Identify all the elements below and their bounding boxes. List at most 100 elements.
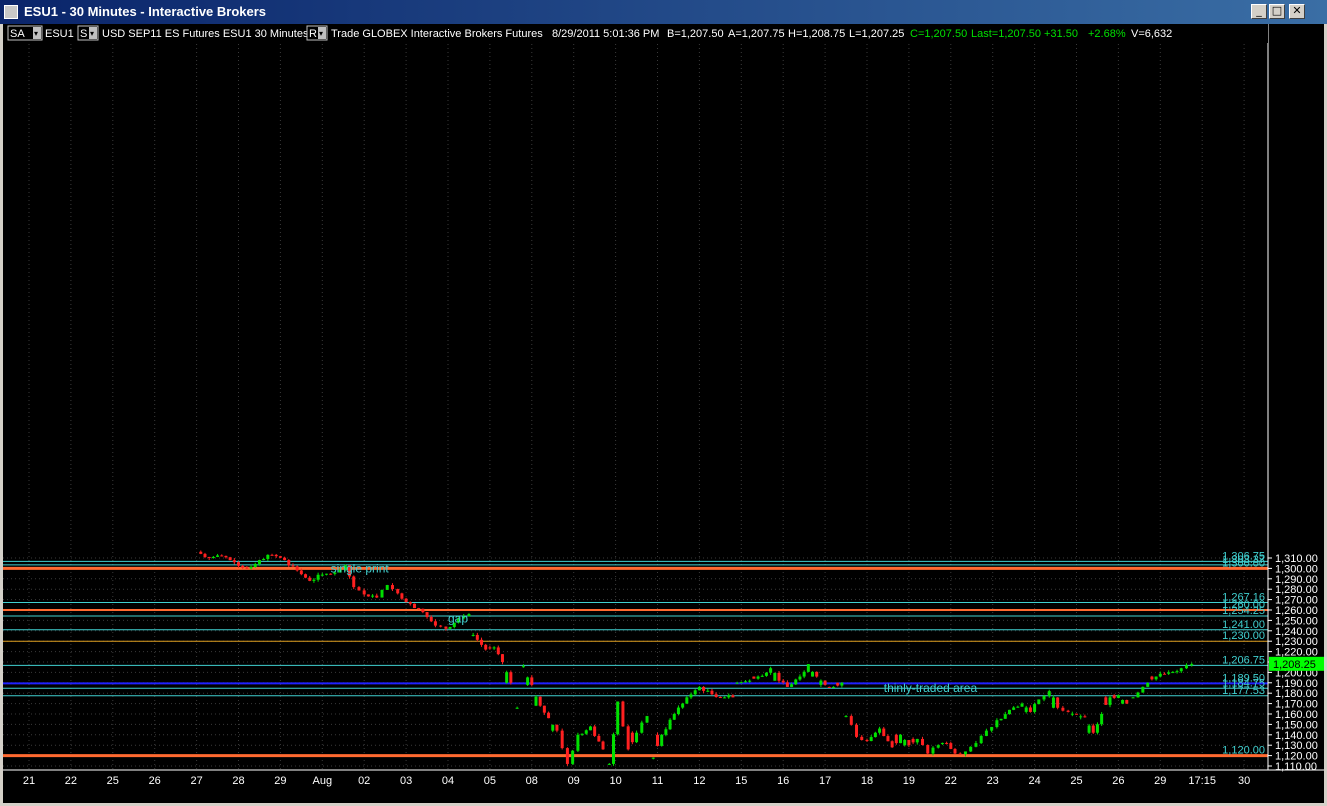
candle-body <box>1033 704 1037 712</box>
candle-body <box>894 734 898 744</box>
candle-body <box>576 734 580 751</box>
candle-body <box>773 672 777 681</box>
candle-body <box>1100 714 1104 725</box>
candle-body <box>940 742 944 744</box>
y-tick-label: 1,170.00 <box>1275 699 1318 711</box>
candle-body <box>1131 697 1135 699</box>
close-button[interactable]: ✕ <box>1289 4 1305 19</box>
candle-body <box>404 598 408 603</box>
candle-body <box>270 554 274 556</box>
candle-body <box>1146 682 1150 687</box>
candle-body <box>1024 707 1028 712</box>
candle-body <box>1116 695 1120 698</box>
x-tick-label: 22 <box>65 775 77 787</box>
candle-body <box>232 560 236 563</box>
y-tick-label: 1,220.00 <box>1275 647 1318 659</box>
candle-body <box>433 621 437 626</box>
y-tick-label: 1,300.00 <box>1275 563 1318 575</box>
price-chart[interactable]: 1,306.751,303.371,300.001,267.161,260.00… <box>3 24 1324 803</box>
candle-body <box>571 750 575 764</box>
candle-body <box>390 585 394 590</box>
candle-body <box>958 753 962 755</box>
candle-body <box>408 602 412 604</box>
chart-annotation: gap <box>448 611 468 625</box>
candle-body <box>509 672 513 683</box>
candle-body <box>945 742 949 744</box>
title-bar[interactable]: ESU1 - 30 Minutes - Interactive Brokers … <box>0 0 1327 24</box>
candle-body <box>802 671 806 677</box>
candle-body <box>815 671 819 677</box>
candle-body <box>371 595 375 597</box>
candle-body <box>1190 664 1194 666</box>
candle-body <box>526 677 530 685</box>
candle-body <box>1150 676 1154 680</box>
source-selector-label: R <box>309 28 317 40</box>
x-tick-label: 27 <box>190 775 202 787</box>
candle-body <box>257 560 261 564</box>
chart-area[interactable]: 1,306.75 1,303.37 1,300.00 1,267.16 1,260.00… <box>3 24 1324 803</box>
candle-body <box>555 724 559 731</box>
candle-body <box>756 676 760 679</box>
candle-body <box>785 682 789 687</box>
candle-body <box>203 553 207 557</box>
candle-body <box>299 570 303 575</box>
candle-body <box>1083 716 1087 718</box>
candle-body <box>878 728 882 733</box>
x-tick-label: 12 <box>693 775 705 787</box>
candle-body <box>693 690 697 695</box>
symbol-selector[interactable]: S ▾ <box>77 25 99 41</box>
candle-body <box>439 625 443 627</box>
x-tick-label: 26 <box>149 775 161 787</box>
candle-body <box>907 740 911 746</box>
candle-body <box>1171 672 1175 674</box>
candle-body <box>1108 697 1112 705</box>
candle-body <box>1154 676 1158 680</box>
candle-body <box>496 647 500 655</box>
x-tick-label: 25 <box>1070 775 1082 787</box>
candle-body <box>621 701 625 727</box>
maximize-button[interactable]: □ <box>1269 4 1285 19</box>
candle-body <box>727 695 731 698</box>
candle-body <box>612 734 616 764</box>
x-tick-label: 24 <box>1028 775 1040 787</box>
price-level-label: 1,177.53 <box>1222 685 1265 697</box>
candle-body <box>266 554 270 559</box>
candle-body <box>448 626 452 629</box>
x-tick-label: 09 <box>568 775 580 787</box>
candle-body <box>249 566 253 569</box>
candle-body <box>380 589 384 598</box>
candle-body <box>396 589 400 594</box>
x-tick-label: 03 <box>400 775 412 787</box>
candle-body <box>421 608 425 613</box>
volume: V=6,632 <box>1131 28 1172 40</box>
candle-body <box>882 728 886 737</box>
x-tick-label: 18 <box>861 775 873 787</box>
candle-body <box>580 733 584 735</box>
candle-body <box>731 695 735 698</box>
candle-body <box>534 696 538 706</box>
candle-body <box>560 730 564 749</box>
app-icon <box>4 5 18 19</box>
candle-body <box>224 555 228 558</box>
candle-body <box>597 735 601 742</box>
candle-body <box>1051 697 1055 708</box>
account-selector[interactable]: SA ▾ <box>7 25 43 41</box>
contract-description: USD SEP11 ES Futures ESU1 30 Minutes <box>102 28 309 40</box>
chevron-down-icon: ▾ <box>90 29 94 38</box>
window-title: ESU1 - 30 Minutes - Interactive Brokers <box>24 4 267 19</box>
candle-body <box>616 701 620 735</box>
x-tick-label: 23 <box>987 775 999 787</box>
candle-body <box>865 739 869 742</box>
candle-body <box>969 746 973 752</box>
candle-body <box>588 726 592 731</box>
candle-body <box>1066 710 1070 712</box>
candle-body <box>1037 699 1041 705</box>
candle-body <box>626 726 630 750</box>
candle-body <box>228 557 232 561</box>
candle-body <box>425 612 429 617</box>
candle-body <box>291 565 295 567</box>
source-selector[interactable]: R ▾ <box>306 25 328 41</box>
x-tick-label: 26 <box>1112 775 1124 787</box>
minimize-button[interactable]: _ <box>1251 4 1267 19</box>
candle-body <box>538 696 542 706</box>
